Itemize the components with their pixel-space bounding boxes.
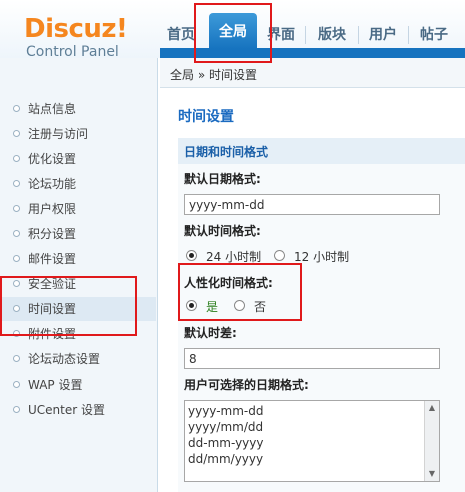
time-format-label: 默认时间格式: (184, 224, 261, 238)
breadcrumb: 全局 » 时间设置 (170, 68, 257, 82)
bullet-icon (13, 255, 20, 262)
nav-separator (358, 26, 359, 44)
sidebar-item-user-permissions[interactable]: 用户权限 (0, 197, 156, 221)
section-title: 日期和时间格式 (184, 145, 269, 159)
user-date-formats-label: 用户可选择的日期格式: (184, 378, 309, 392)
highlight-box-humanized (178, 263, 302, 321)
sidebar-item-optimization[interactable]: 优化设置 (0, 147, 156, 171)
bullet-icon (13, 155, 20, 162)
user-date-formats-textarea[interactable]: yyyy-mm-dd yyyy/mm/dd dd-mm-yyyy dd/mm/y… (184, 400, 440, 482)
section-header: 日期和时间格式 (178, 138, 465, 164)
textarea-line: yyyy-mm-dd (188, 404, 264, 418)
sidebar-item-label: 注册与访问 (28, 127, 89, 141)
sidebar-item-mail[interactable]: 邮件设置 (0, 247, 156, 271)
sidebar-item-site-info[interactable]: 站点信息 (0, 97, 156, 121)
bullet-icon (13, 230, 20, 237)
sidebar-item-label: 站点信息 (28, 102, 77, 116)
timezone-offset-input[interactable] (184, 348, 440, 369)
sidebar-item-label: 邮件设置 (28, 252, 77, 266)
bullet-icon (13, 355, 20, 362)
textarea-line: yyyy/mm/dd (188, 420, 264, 434)
sidebar-item-label: 优化设置 (28, 152, 77, 166)
time-format-options: 24 小时制 12 小时制 (186, 248, 406, 264)
tab-users[interactable]: 用户 (364, 22, 402, 48)
sidebar-item-registration[interactable]: 注册与访问 (0, 122, 156, 146)
radio-12h-label[interactable]: 12 小时制 (294, 248, 349, 265)
logo[interactable]: Discuz! Control Panel (24, 14, 134, 60)
page-title: 时间设置 (178, 109, 234, 125)
radio-12h[interactable] (274, 250, 285, 261)
sidebar-item-wap[interactable]: WAP 设置 (0, 373, 156, 397)
tab-forums[interactable]: 版块 (313, 22, 351, 48)
date-format-label: 默认日期格式: (184, 172, 261, 186)
textarea-line: dd/mm/yyyy (188, 452, 264, 466)
sidebar-item-credits[interactable]: 积分设置 (0, 222, 156, 246)
sidebar-item-ucenter[interactable]: UCenter 设置 (0, 398, 156, 422)
nav-separator (305, 26, 306, 44)
scroll-up-icon[interactable]: ▲ (427, 402, 437, 414)
sidebar-item-label: 用户权限 (28, 202, 77, 216)
bullet-icon (13, 180, 20, 187)
sidebar-item-label: UCenter 设置 (28, 403, 105, 417)
textarea-line: dd-mm-yyyy (188, 436, 264, 450)
timezone-offset-label: 默认时差: (184, 326, 237, 340)
highlight-box-sidebar (0, 276, 137, 336)
nav-separator (408, 26, 409, 44)
highlight-box-global-tab (194, 3, 272, 63)
textarea-scrollbar[interactable]: ▲ ▼ (424, 401, 439, 481)
bullet-icon (13, 105, 20, 112)
logo-text: Discuz! (24, 14, 128, 44)
sidebar-item-feed[interactable]: 论坛动态设置 (0, 347, 156, 371)
sidebar-item-forum-features[interactable]: 论坛功能 (0, 172, 156, 196)
radio-24h[interactable] (186, 250, 197, 261)
bullet-icon (13, 205, 20, 212)
sidebar-item-label: 论坛功能 (28, 177, 77, 191)
sidebar-item-label: 积分设置 (28, 227, 77, 241)
sidebar-item-label: WAP 设置 (28, 378, 83, 392)
scroll-down-icon[interactable]: ▼ (427, 468, 437, 480)
bullet-icon (13, 130, 20, 137)
tab-posts[interactable]: 帖子 (415, 22, 453, 48)
sidebar-item-label: 论坛动态设置 (28, 352, 101, 366)
bullet-icon (13, 381, 20, 388)
date-format-input[interactable] (184, 194, 440, 215)
bullet-icon (13, 406, 20, 413)
